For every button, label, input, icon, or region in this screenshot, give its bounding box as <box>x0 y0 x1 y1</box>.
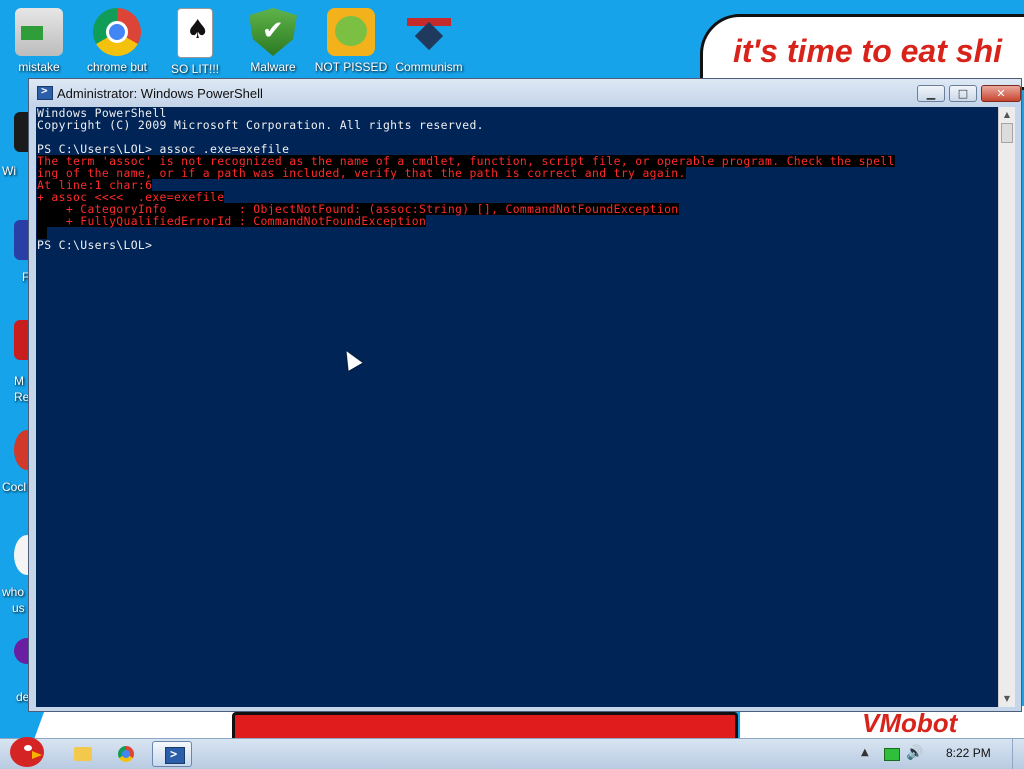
taskbar-explorer[interactable] <box>62 741 102 767</box>
desktop-icon-label: who <box>2 585 25 599</box>
desktop-icon-label: chrome but <box>86 60 148 74</box>
desktop-icon-label: NOT PISSED <box>314 60 388 74</box>
minimize-icon: ▁ <box>926 87 936 100</box>
close-button[interactable]: ✕ <box>981 85 1021 102</box>
chrome-icon <box>93 8 141 56</box>
desktop-icon-label: mistake <box>18 60 60 74</box>
show-desktop-button[interactable] <box>1012 739 1024 769</box>
shield-check-icon <box>249 8 297 56</box>
taskbar-clock[interactable]: 8:22 PM <box>946 746 991 760</box>
window-titlebar[interactable]: Administrator: Windows PowerShell ▁ □ ✕ <box>29 79 1021 107</box>
desktop-icon-label: Malware <box>250 60 296 74</box>
show-hidden-icons-icon[interactable]: ▲ <box>861 747 869 758</box>
installer-icon <box>15 8 63 56</box>
emblem-icon <box>405 8 453 56</box>
desktop-icon-malware[interactable]: Malware <box>234 6 312 74</box>
desktop-icon-chrome[interactable]: chrome but <box>78 6 156 74</box>
desktop-icon-label: Cocl <box>2 480 27 494</box>
console-line: Copyright (C) 2009 Microsoft Corporation… <box>37 118 484 132</box>
bird-eye <box>24 745 32 751</box>
taskbar-chrome[interactable] <box>106 741 146 767</box>
powershell-icon <box>37 84 53 100</box>
scroll-down-icon[interactable]: ▼ <box>1000 692 1014 706</box>
desktop-icon-label: Wi <box>2 164 16 178</box>
wallpaper-shape <box>34 708 246 738</box>
close-icon: ✕ <box>996 87 1006 100</box>
window-title: Administrator: Windows PowerShell <box>57 86 263 101</box>
start-button[interactable] <box>4 731 48 767</box>
desktop-icon-not-pissed[interactable]: NOT PISSED <box>312 6 390 74</box>
powershell-window[interactable]: Administrator: Windows PowerShell ▁ □ ✕ … <box>28 78 1022 712</box>
chrome-icon <box>118 746 134 762</box>
scroll-up-icon[interactable]: ▲ <box>1000 108 1014 122</box>
console-output[interactable]: Windows PowerShell Copyright (C) 2009 Mi… <box>36 107 998 707</box>
powershell-icon <box>165 747 185 764</box>
console-scrollbar[interactable]: ▲ ▼ <box>998 107 1015 707</box>
maximize-button[interactable]: □ <box>949 85 977 102</box>
wallpaper-banner-text: it's time to eat shi <box>733 33 1002 69</box>
taskbar: ▲ 🔊 8:22 PM <box>0 737 1024 769</box>
desktop-icon-communism[interactable]: Communism <box>390 6 468 74</box>
wallpaper-bottom-text: VMobot <box>862 708 958 738</box>
desktop-icon-label: Communism <box>395 60 463 74</box>
network-icon[interactable] <box>884 748 900 761</box>
maximize-icon: □ <box>957 87 969 100</box>
folder-icon <box>74 747 92 761</box>
console-prompt[interactable]: PS C:\Users\LOL> <box>37 239 152 251</box>
desktop-icon-label: M <box>14 374 24 388</box>
volume-icon[interactable]: 🔊 <box>906 745 923 761</box>
desktop-icon-so-lit[interactable]: SO LIT!!! <box>156 6 234 76</box>
pig-icon <box>327 8 375 56</box>
playing-card-icon <box>177 8 213 58</box>
left-desktop-icons: Wi F M Re Cocl who us de <box>0 80 40 720</box>
desktop-icon-label: us <box>12 601 25 615</box>
console-error-line: + FullyQualifiedErrorId : CommandNotFoun… <box>37 214 427 228</box>
desktop-icon-label: SO LIT!!! <box>170 62 219 76</box>
bird-beak <box>32 751 42 759</box>
scrollbar-thumb[interactable] <box>1001 123 1013 143</box>
desktop-icon-mistake[interactable]: mistake <box>0 6 78 74</box>
taskbar-powershell[interactable] <box>152 741 192 767</box>
minimize-button[interactable]: ▁ <box>917 85 945 102</box>
